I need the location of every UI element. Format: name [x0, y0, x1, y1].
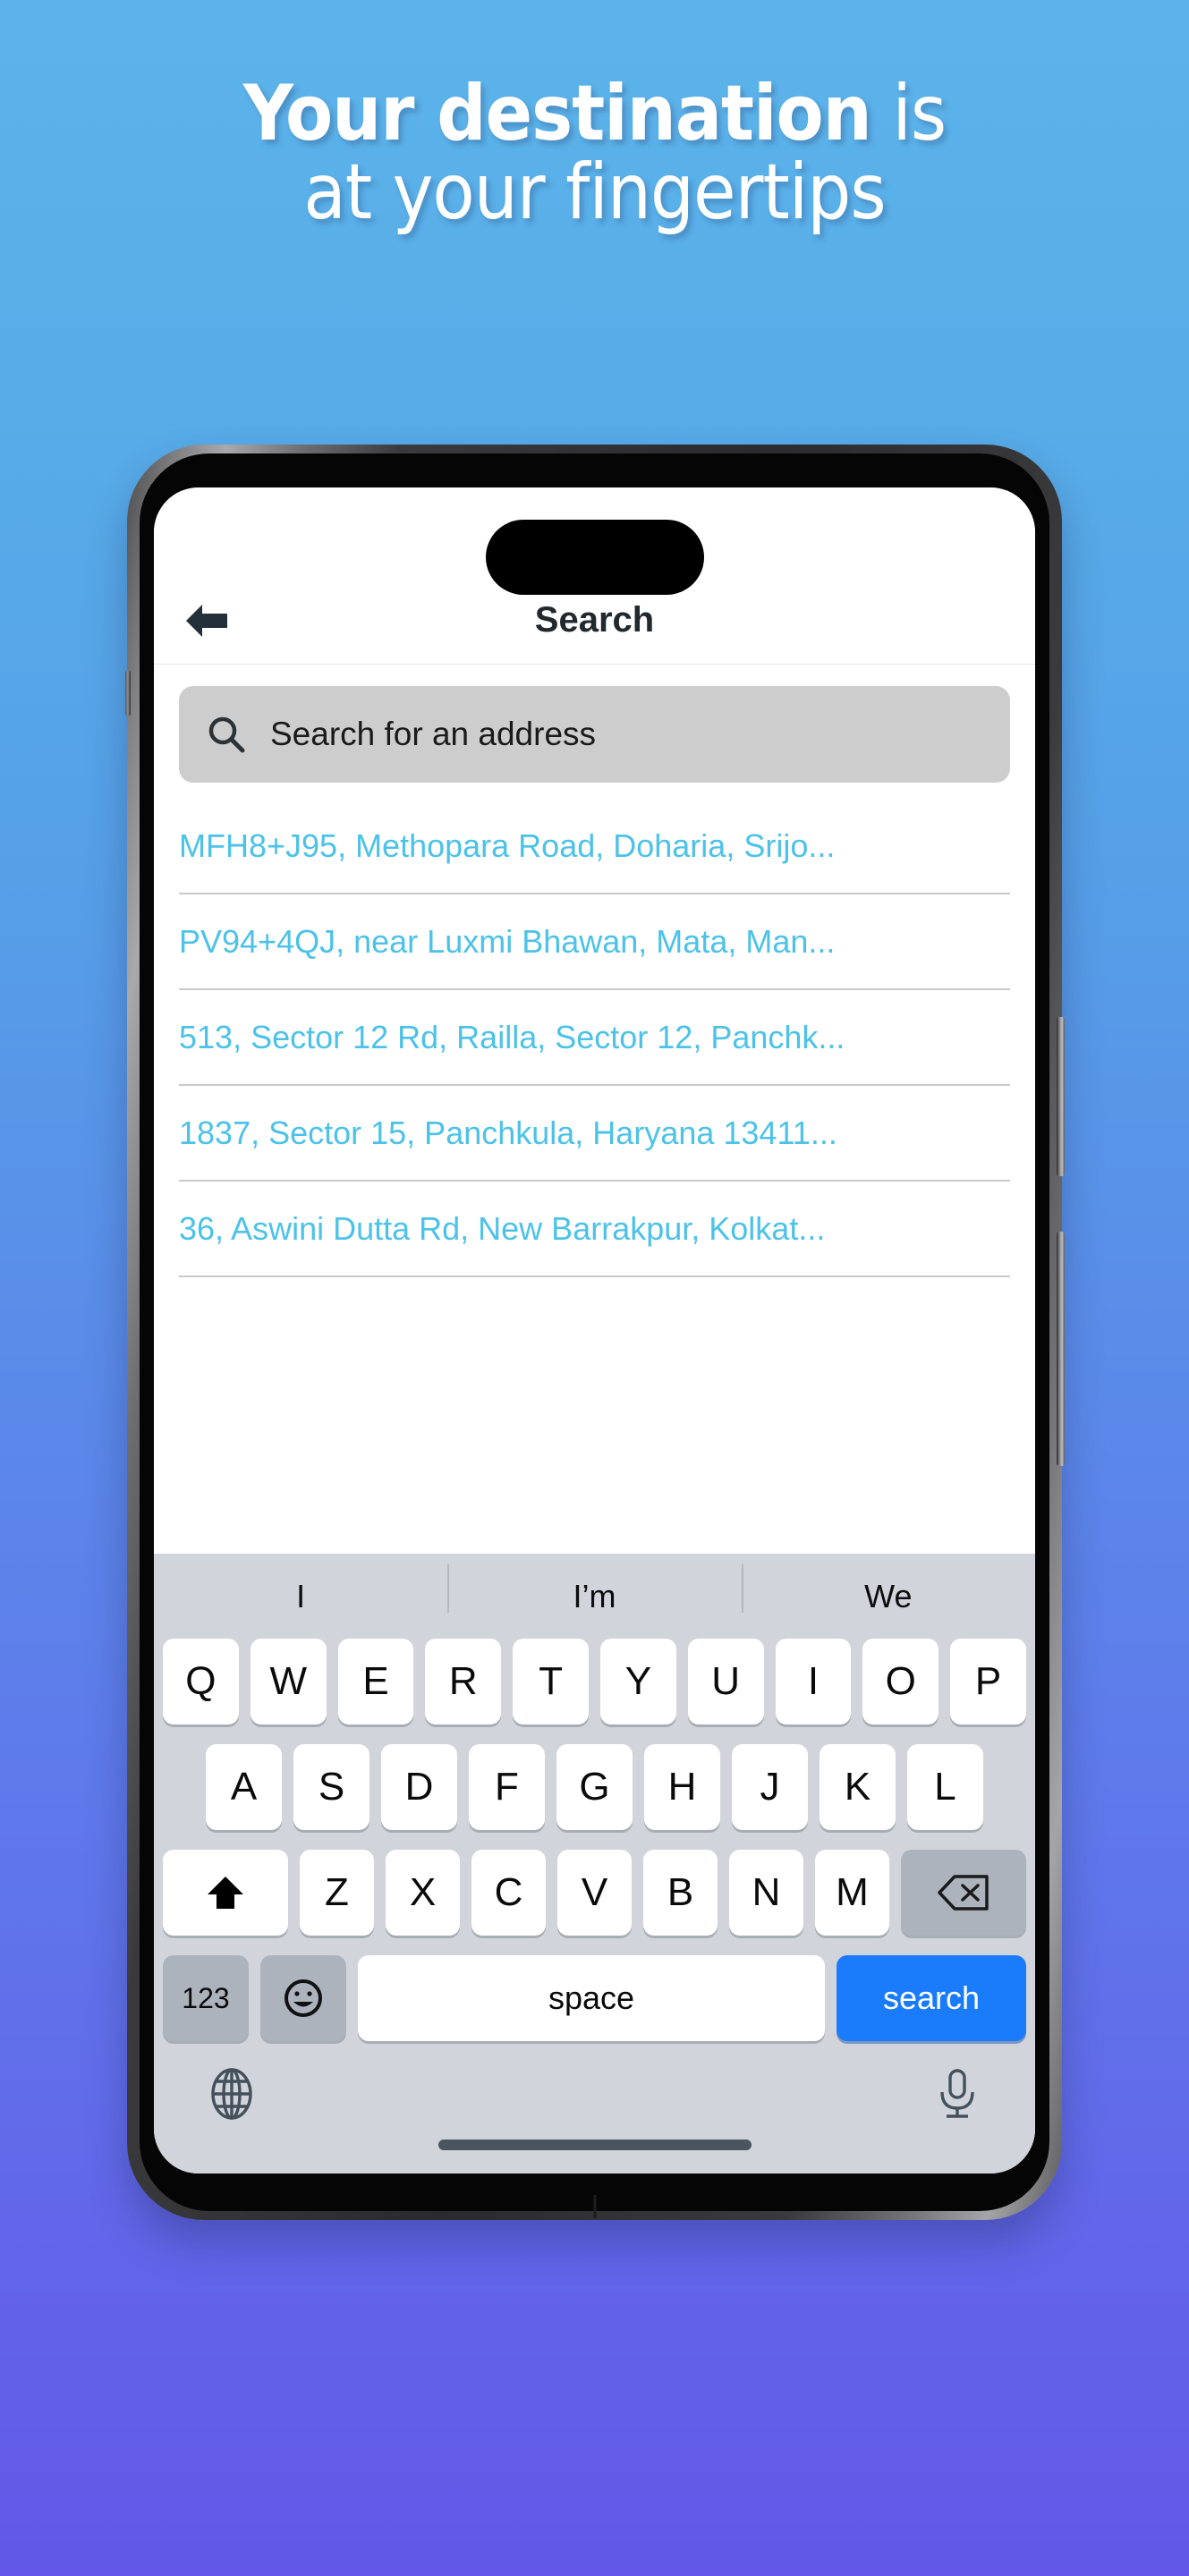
- key-v[interactable]: V: [557, 1850, 632, 1936]
- key-u[interactable]: U: [687, 1639, 764, 1724]
- volume-button[interactable]: [1057, 1017, 1065, 1176]
- key-s[interactable]: S: [293, 1744, 369, 1830]
- key-f[interactable]: F: [469, 1744, 545, 1830]
- space-key[interactable]: space: [358, 1955, 825, 2041]
- key-p[interactable]: P: [950, 1639, 1026, 1724]
- list-item[interactable]: MFH8+J95, Methopara Road, Doharia, Srijo…: [179, 799, 1010, 894]
- shift-key[interactable]: [163, 1850, 288, 1936]
- key-q[interactable]: Q: [163, 1639, 239, 1724]
- key-z[interactable]: Z: [300, 1850, 374, 1936]
- key-g[interactable]: G: [556, 1744, 633, 1830]
- backspace-icon: [937, 1873, 990, 1912]
- address-results-list: MFH8+J95, Methopara Road, Doharia, Srijo…: [154, 799, 1035, 1554]
- key-w[interactable]: W: [250, 1639, 327, 1724]
- globe-icon[interactable]: [204, 2066, 259, 2122]
- key-k[interactable]: K: [820, 1744, 896, 1830]
- key-j[interactable]: J: [732, 1744, 808, 1830]
- mute-switch[interactable]: [125, 670, 131, 716]
- key-d[interactable]: D: [381, 1744, 457, 1830]
- key-o[interactable]: O: [862, 1639, 939, 1724]
- key-x[interactable]: X: [386, 1850, 460, 1936]
- headline-rest: is: [871, 69, 947, 158]
- address-text: 36, Aswini Dutta Rd, New Barrakpur, Kolk…: [179, 1209, 826, 1247]
- phone-mockup: Search Search for an address MFH8+J95, M…: [125, 445, 1065, 2220]
- power-button[interactable]: [1057, 1232, 1065, 1466]
- key-h[interactable]: H: [644, 1744, 720, 1830]
- key-b[interactable]: B: [643, 1850, 718, 1936]
- keyboard-row-4: 123 space search: [154, 1955, 1035, 2041]
- address-text: MFH8+J95, Methopara Road, Doharia, Srijo…: [179, 826, 836, 864]
- key-a[interactable]: A: [206, 1744, 282, 1830]
- back-arrow-icon: [181, 601, 231, 640]
- list-item[interactable]: PV94+4QJ, near Luxmi Bhawan, Mata, Man..…: [179, 894, 1010, 990]
- phone-screen: Search Search for an address MFH8+J95, M…: [154, 487, 1035, 2174]
- list-item[interactable]: 1837, Sector 15, Panchkula, Haryana 1341…: [179, 1086, 1010, 1182]
- address-text: 513, Sector 12 Rd, Railla, Sector 12, Pa…: [179, 1018, 845, 1055]
- key-c[interactable]: C: [471, 1850, 546, 1936]
- search-icon: [206, 714, 247, 755]
- page-title: Search: [534, 600, 655, 640]
- shift-icon: [204, 1871, 247, 1914]
- microphone-icon[interactable]: [930, 2066, 985, 2122]
- key-i[interactable]: I: [775, 1639, 852, 1724]
- suggestion-strip: I I’m We: [154, 1554, 1035, 1639]
- key-y[interactable]: Y: [600, 1639, 676, 1724]
- on-screen-keyboard: I I’m We Q W E R T Y U I O P A S D F G H…: [154, 1554, 1035, 2174]
- address-text: 1837, Sector 15, Panchkula, Haryana 1341…: [179, 1114, 837, 1151]
- keyboard-bottom-bar: [154, 2057, 1035, 2174]
- keyboard-row-3: Z X C V B N M: [154, 1850, 1035, 1936]
- suggestion-item[interactable]: I: [154, 1580, 447, 1613]
- emoji-key[interactable]: [260, 1955, 346, 2041]
- home-indicator[interactable]: [437, 2140, 752, 2150]
- key-m[interactable]: M: [815, 1850, 889, 1936]
- suggestion-item[interactable]: We: [741, 1563, 1035, 1613]
- key-n[interactable]: N: [729, 1850, 803, 1936]
- backspace-key[interactable]: [901, 1850, 1026, 1936]
- back-button[interactable]: [177, 596, 234, 646]
- key-t[interactable]: T: [513, 1639, 589, 1724]
- keyboard-row-1: Q W E R T Y U I O P: [154, 1639, 1035, 1724]
- list-item[interactable]: 513, Sector 12 Rd, Railla, Sector 12, Pa…: [179, 990, 1010, 1086]
- camera-notch: [485, 520, 704, 595]
- search-input[interactable]: Search for an address: [179, 686, 1010, 783]
- list-item[interactable]: 36, Aswini Dutta Rd, New Barrakpur, Kolk…: [179, 1182, 1010, 1277]
- promo-headline: Your destination is at your fingertips: [0, 74, 1189, 237]
- address-text: PV94+4QJ, near Luxmi Bhawan, Mata, Man..…: [179, 922, 836, 960]
- headline-strong: Your destination: [242, 69, 872, 158]
- headline-line-2: at your fingertips: [303, 147, 886, 237]
- suggestion-item[interactable]: I’m: [447, 1563, 741, 1613]
- key-l[interactable]: L: [907, 1744, 983, 1830]
- search-placeholder-text: Search for an address: [270, 716, 597, 752]
- key-e[interactable]: E: [337, 1639, 414, 1724]
- keyboard-row-2: A S D F G H J K L: [154, 1744, 1035, 1830]
- key-r[interactable]: R: [425, 1639, 502, 1724]
- frame-antenna-seam: [593, 2195, 596, 2218]
- numeric-key[interactable]: 123: [163, 1955, 249, 2041]
- emoji-icon: [280, 1975, 327, 2021]
- headline-line-1: Your destination is: [0, 74, 1189, 154]
- search-bar-container: Search for an address: [154, 665, 1035, 799]
- search-key[interactable]: search: [837, 1955, 1026, 2041]
